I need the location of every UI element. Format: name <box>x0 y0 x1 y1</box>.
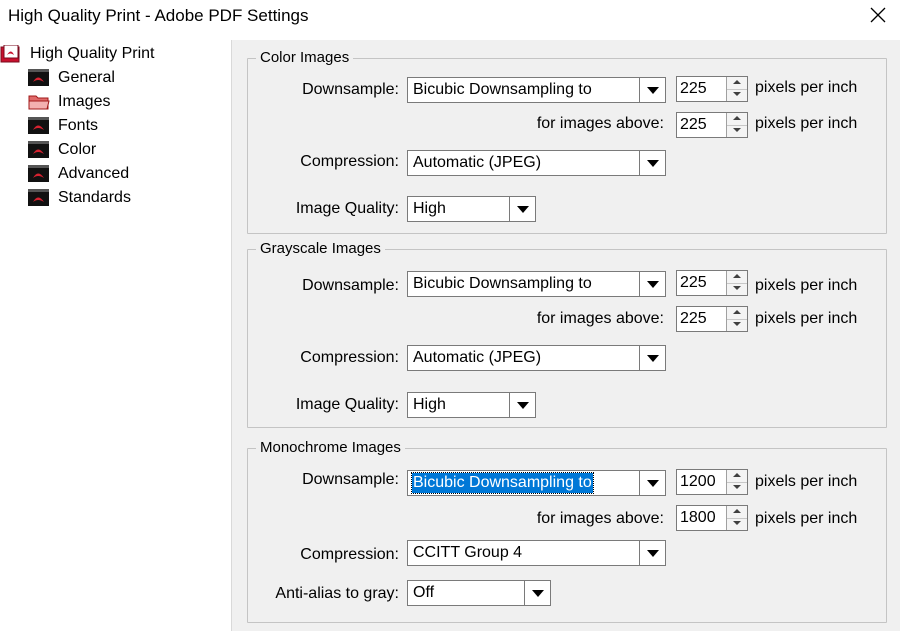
spin-down-icon[interactable] <box>727 482 747 494</box>
downsample-select[interactable]: Bicubic Downsampling to <box>407 271 666 297</box>
dropdown-arrow-icon[interactable] <box>524 581 550 605</box>
ppi-label: pixels per inch <box>755 115 858 132</box>
spin-down-icon[interactable] <box>727 125 747 137</box>
resolution-value: 1200 <box>680 473 716 490</box>
compression-value: Automatic (JPEG) <box>413 349 542 366</box>
resolution-spinner[interactable]: 225 <box>676 270 748 296</box>
group-title: Monochrome Images <box>256 439 405 457</box>
pdf-icon <box>28 165 49 182</box>
monochrome-images-group: Monochrome Images Downsample: Bicubic Do… <box>247 439 887 623</box>
image-quality-label: Image Quality: <box>295 200 399 217</box>
ppi-label: pixels per inch <box>755 510 858 527</box>
image-quality-value: High <box>413 396 446 413</box>
group-title: Grayscale Images <box>256 240 385 258</box>
dropdown-arrow-icon[interactable] <box>639 272 665 296</box>
compression-value: CCITT Group 4 <box>413 544 523 561</box>
tree-item-label: High Quality Print <box>30 45 155 62</box>
spin-down-icon[interactable] <box>727 89 747 101</box>
anti-alias-label: Anti-alias to gray: <box>275 585 399 602</box>
anti-alias-select[interactable]: Off <box>407 580 551 606</box>
resolution-spinner[interactable]: 1200 <box>676 469 748 495</box>
downsample-select[interactable]: Bicubic Downsampling to <box>407 470 666 496</box>
dropdown-arrow-icon[interactable] <box>639 78 665 102</box>
dropdown-arrow-icon[interactable] <box>639 541 665 565</box>
above-spinner[interactable]: 225 <box>676 306 748 332</box>
downsample-value: Bicubic Downsampling to <box>413 81 592 98</box>
tree-item-label: Images <box>58 93 111 110</box>
group-title: Color Images <box>256 49 354 67</box>
downsample-value: Bicubic Downsampling to <box>411 472 594 494</box>
color-images-group: Color Images Downsample: Bicubic Downsam… <box>247 49 887 234</box>
images-settings-panel: Color Images Downsample: Bicubic Downsam… <box>232 40 900 631</box>
compression-label: Compression: <box>300 546 399 563</box>
compression-label: Compression: <box>300 349 399 366</box>
compression-label: Compression: <box>300 153 399 170</box>
resolution-spinner[interactable]: 225 <box>676 76 748 102</box>
grayscale-images-group: Grayscale Images Downsample: Bicubic Dow… <box>247 240 887 428</box>
downsample-select[interactable]: Bicubic Downsampling to <box>407 77 666 103</box>
above-spinner[interactable]: 1800 <box>676 505 748 531</box>
resolution-value: 225 <box>680 274 707 291</box>
folder-open-icon <box>28 95 50 110</box>
compression-select[interactable]: Automatic (JPEG) <box>407 345 666 371</box>
window-title: High Quality Print - Adobe PDF Settings <box>8 6 309 25</box>
pdf-icon <box>28 141 49 158</box>
dropdown-arrow-icon[interactable] <box>509 393 535 417</box>
anti-alias-value: Off <box>413 584 435 601</box>
close-icon <box>870 7 886 23</box>
downsample-value: Bicubic Downsampling to <box>413 275 592 292</box>
ppi-label: pixels per inch <box>755 473 858 490</box>
ppi-label: pixels per inch <box>755 277 858 294</box>
title-bar: High Quality Print - Adobe PDF Settings <box>0 0 900 32</box>
pdf-icon <box>28 189 49 206</box>
dropdown-arrow-icon[interactable] <box>509 197 535 221</box>
resolution-value: 225 <box>680 80 707 97</box>
ppi-label: pixels per inch <box>755 79 858 96</box>
for-images-above-label: for images above: <box>536 510 664 527</box>
ppi-label: pixels per inch <box>755 310 858 327</box>
pdf-icon <box>28 69 49 86</box>
dropdown-arrow-icon[interactable] <box>639 346 665 370</box>
tree-item-label: Fonts <box>58 117 99 134</box>
settings-tree: High Quality Print General Images Fonts … <box>0 40 232 631</box>
dropdown-arrow-icon[interactable] <box>639 471 665 495</box>
above-value: 225 <box>680 116 707 133</box>
tree-item-label: Advanced <box>58 165 130 182</box>
pdf-settings-icon <box>0 45 20 63</box>
pdf-icon <box>28 117 49 134</box>
tree-item-label: General <box>58 69 115 86</box>
downsample-label: Downsample: <box>302 471 399 488</box>
downsample-label: Downsample: <box>302 81 399 98</box>
for-images-above-label: for images above: <box>536 115 664 132</box>
image-quality-select[interactable]: High <box>407 392 536 418</box>
above-value: 225 <box>680 310 707 327</box>
image-quality-label: Image Quality: <box>295 396 399 413</box>
spin-down-icon[interactable] <box>727 283 747 295</box>
compression-select[interactable]: CCITT Group 4 <box>407 540 666 566</box>
tree-item-label: Standards <box>58 189 131 206</box>
above-value: 1800 <box>680 509 716 526</box>
tree-item-label: Color <box>58 141 97 158</box>
close-button[interactable] <box>856 0 900 30</box>
dropdown-arrow-icon[interactable] <box>639 151 665 175</box>
spin-down-icon[interactable] <box>727 518 747 530</box>
compression-value: Automatic (JPEG) <box>413 154 542 171</box>
for-images-above-label: for images above: <box>536 310 664 327</box>
spin-down-icon[interactable] <box>727 319 747 331</box>
image-quality-value: High <box>413 200 446 217</box>
above-spinner[interactable]: 225 <box>676 112 748 138</box>
image-quality-select[interactable]: High <box>407 196 536 222</box>
compression-select[interactable]: Automatic (JPEG) <box>407 150 666 176</box>
downsample-label: Downsample: <box>302 277 399 294</box>
